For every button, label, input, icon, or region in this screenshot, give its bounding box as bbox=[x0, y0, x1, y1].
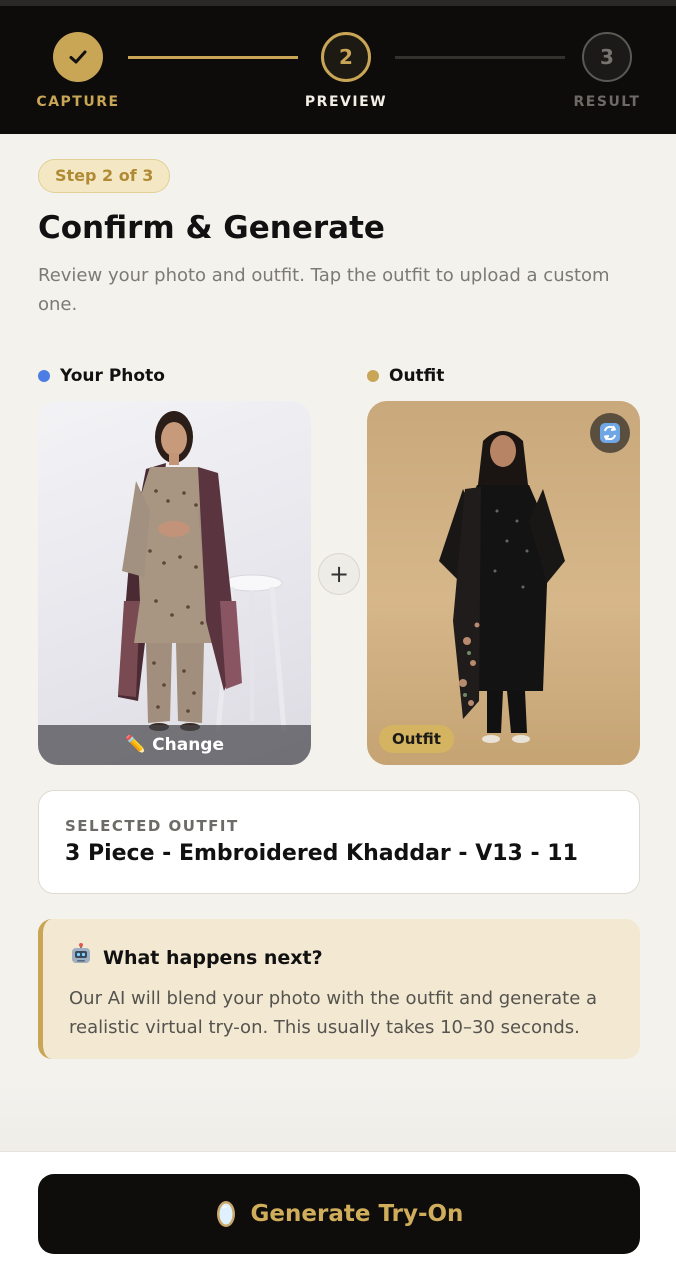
swap-outfit-button[interactable] bbox=[590, 413, 630, 453]
page-title: Confirm & Generate bbox=[38, 210, 385, 246]
your-photo-label: Your Photo bbox=[38, 366, 165, 386]
step-capture-circle bbox=[53, 32, 103, 82]
mirror-icon bbox=[215, 1199, 237, 1229]
footer-bar: Generate Try-On bbox=[0, 1151, 676, 1284]
photo-dot-icon bbox=[38, 370, 50, 382]
info-body: Our AI will blend your photo with the ou… bbox=[69, 988, 598, 1038]
step-preview[interactable]: 2 PREVIEW bbox=[296, 32, 396, 110]
outfit-card[interactable]: Outfit bbox=[367, 401, 640, 765]
page: CAPTURE 2 PREVIEW 3 RESULT Step 2 of 3 C… bbox=[0, 0, 676, 1284]
outfit-dot-icon bbox=[367, 370, 379, 382]
change-photo-button[interactable]: ✏️ Change bbox=[38, 725, 311, 765]
info-heading: What happens next? bbox=[69, 943, 614, 972]
change-photo-label: Change bbox=[152, 735, 225, 755]
step-capture-label: CAPTURE bbox=[36, 94, 120, 110]
stepper-connector-pending bbox=[395, 56, 565, 59]
your-photo-label-text: Your Photo bbox=[60, 366, 165, 386]
outfit-tag: Outfit bbox=[379, 725, 454, 753]
step-preview-label: PREVIEW bbox=[304, 94, 388, 110]
pencil-icon: ✏️ bbox=[124, 735, 147, 755]
outfit-image bbox=[439, 431, 565, 743]
step-result-number: 3 bbox=[582, 32, 632, 82]
step-result[interactable]: 3 RESULT bbox=[557, 32, 657, 110]
user-photo-image bbox=[118, 411, 287, 732]
outfit-label-text: Outfit bbox=[389, 366, 445, 386]
step-preview-number: 2 bbox=[321, 32, 371, 82]
step-capture[interactable]: CAPTURE bbox=[28, 32, 128, 110]
generate-try-on-button[interactable]: Generate Try-On bbox=[38, 1174, 640, 1254]
progress-stepper: CAPTURE 2 PREVIEW 3 RESULT bbox=[0, 0, 676, 134]
user-photo-card[interactable]: ✏️ Change bbox=[38, 401, 311, 765]
check-icon bbox=[69, 50, 87, 64]
swap-icon bbox=[600, 423, 620, 443]
stepper-connector-done bbox=[128, 56, 298, 59]
outfit-label: Outfit bbox=[367, 366, 444, 386]
page-subtitle: Review your photo and outfit. Tap the ou… bbox=[38, 265, 610, 315]
generate-try-on-label: Generate Try-On bbox=[250, 1201, 464, 1227]
selected-outfit-caption: SELECTED OUTFIT bbox=[65, 817, 239, 835]
step-badge: Step 2 of 3 bbox=[38, 159, 171, 193]
selected-outfit-card: SELECTED OUTFIT 3 Piece - Embroidered Kh… bbox=[38, 790, 640, 894]
info-heading-text: What happens next? bbox=[103, 946, 323, 969]
step-result-label: RESULT bbox=[573, 94, 641, 110]
scroll-fade bbox=[0, 1080, 676, 1151]
plus-icon: + bbox=[318, 553, 360, 595]
robot-icon bbox=[69, 943, 93, 972]
selected-outfit-name: 3 Piece - Embroidered Khaddar - V13 - 11 bbox=[65, 841, 578, 866]
what-happens-next-panel: What happens next? Our AI will blend you… bbox=[38, 919, 640, 1059]
